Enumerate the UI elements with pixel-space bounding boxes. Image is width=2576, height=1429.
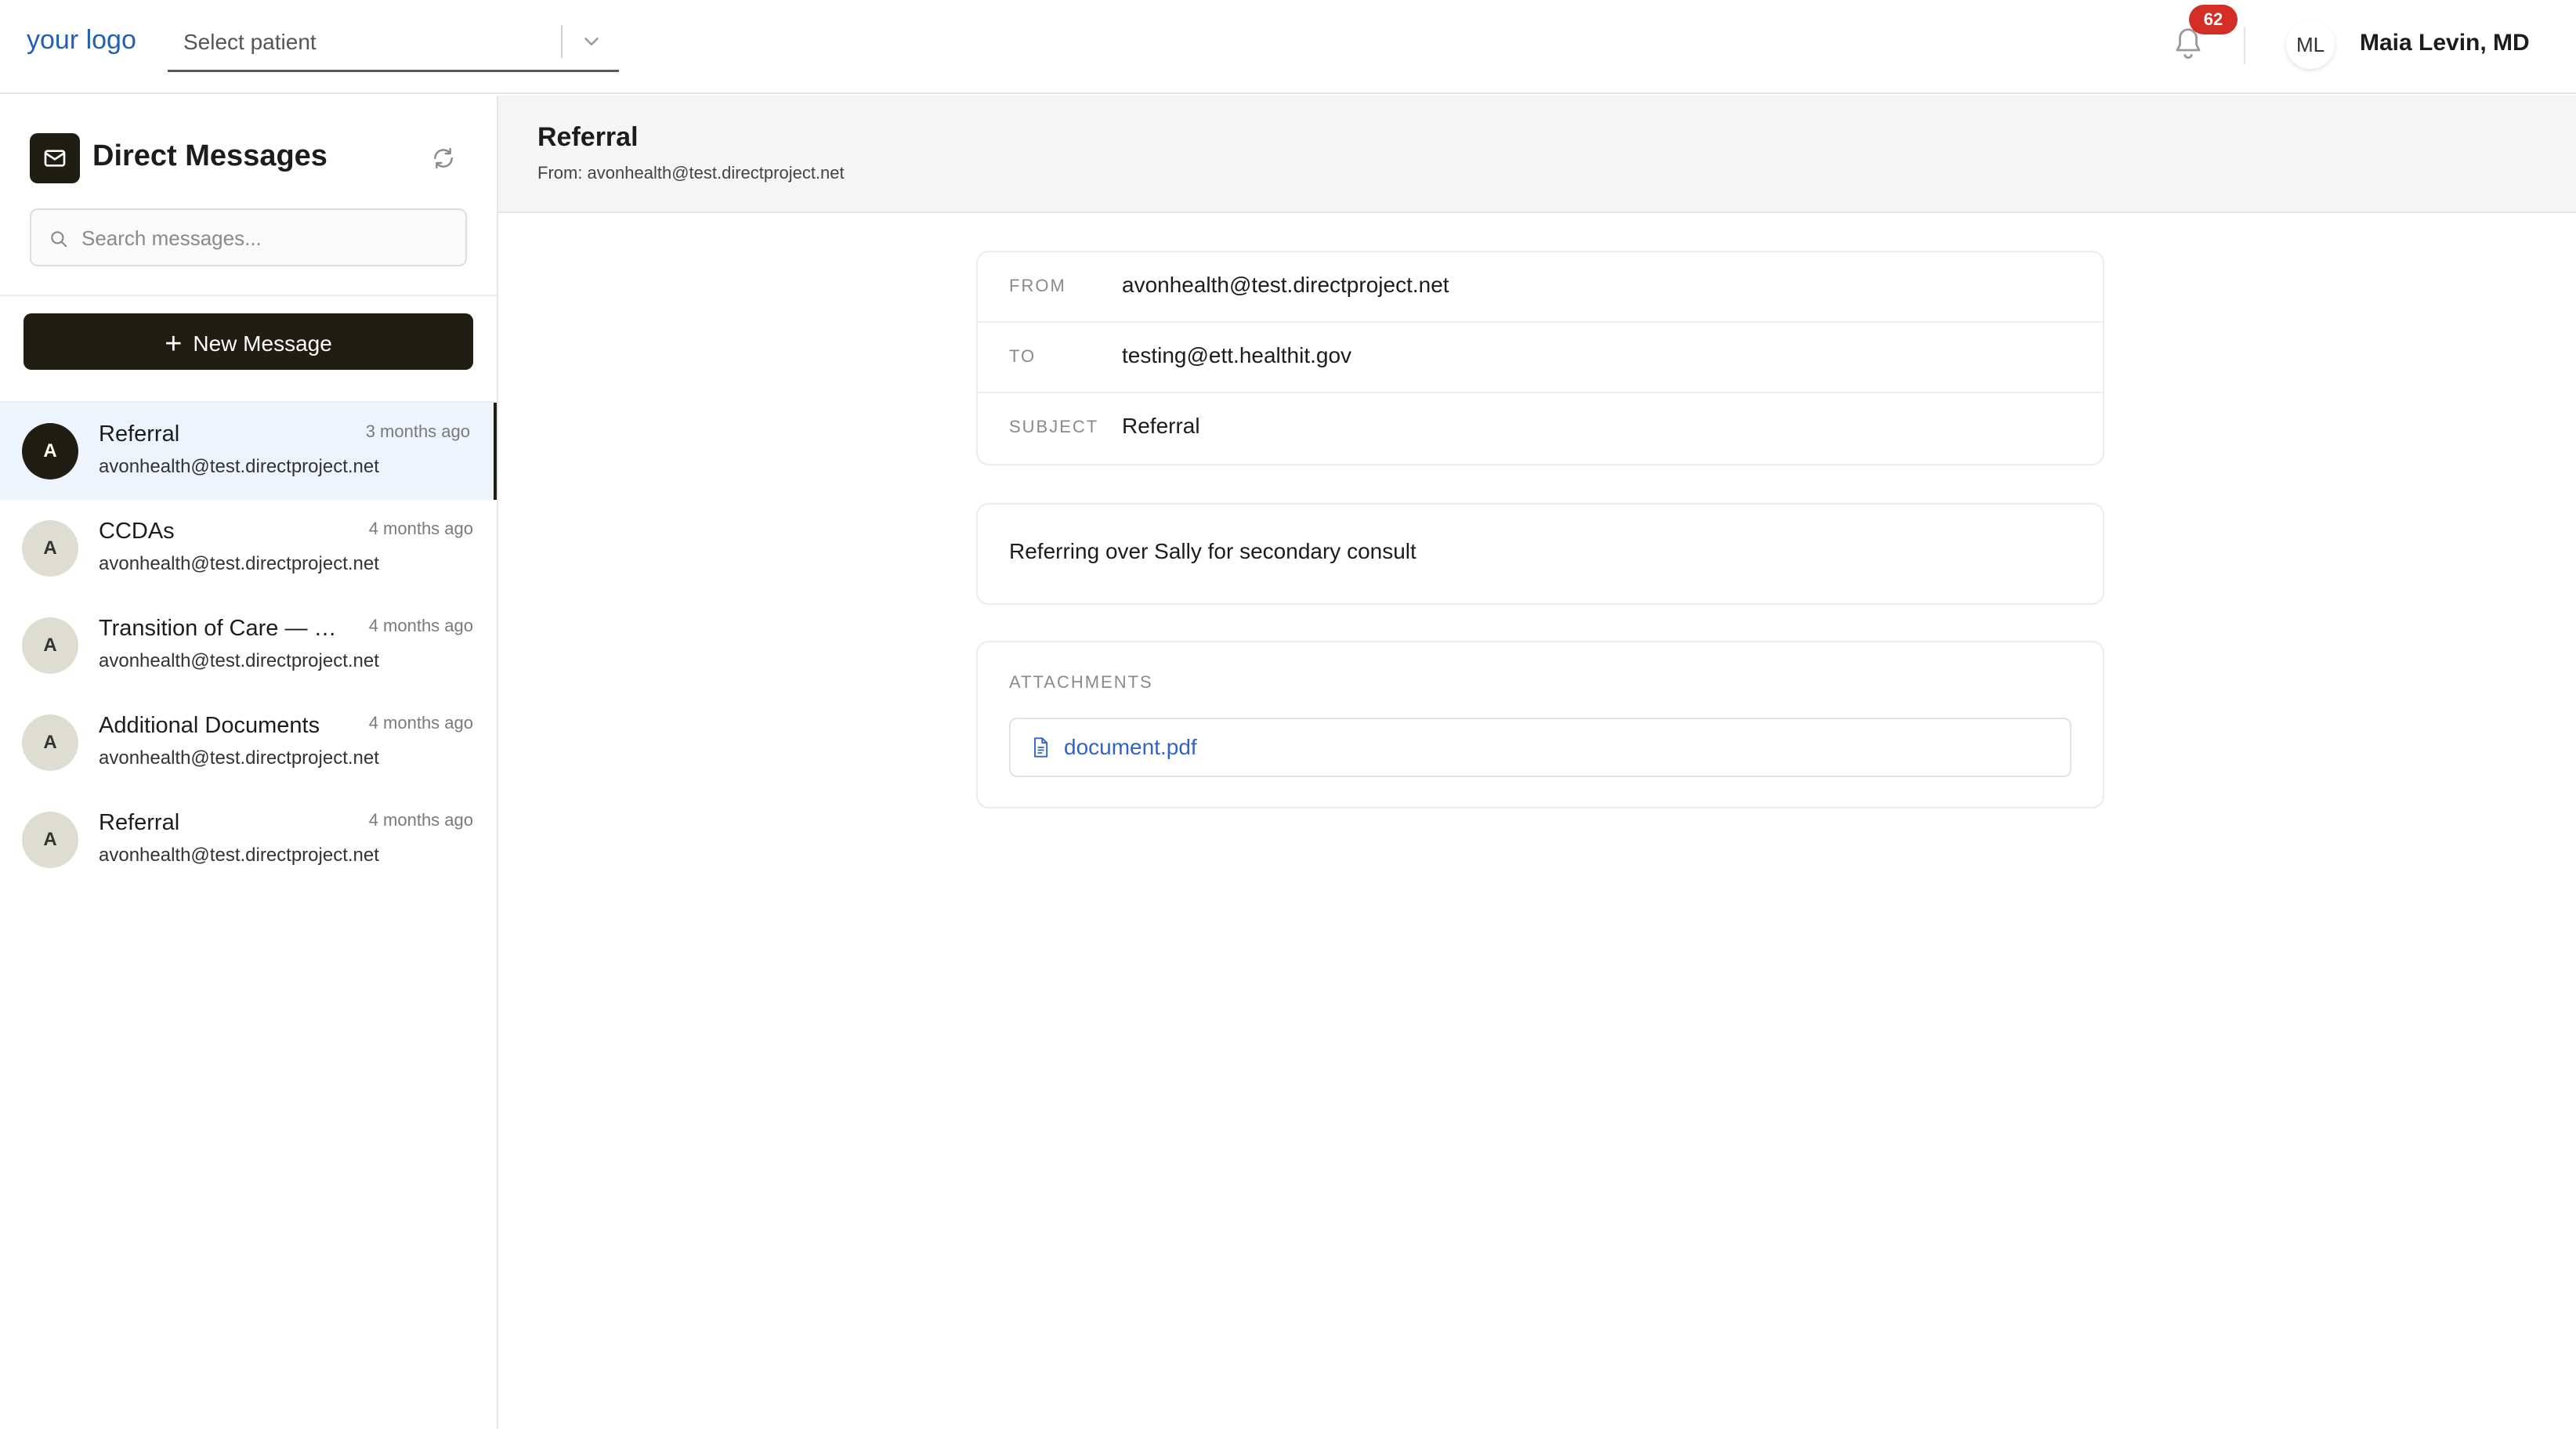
patient-select[interactable]: Select patient: [168, 19, 619, 72]
attachments-card: ATTACHMENTS document.pdf: [976, 641, 2104, 809]
sender-avatar: A: [22, 520, 78, 577]
sidebar-title: Direct Messages: [92, 139, 327, 172]
search-icon: [51, 231, 67, 248]
from-value: avonhealth@test.directproject.net: [1122, 273, 1449, 297]
mail-icon: [30, 133, 80, 183]
message-subject: Transition of Care — Sa...: [99, 616, 349, 641]
header-divider: [2244, 27, 2245, 64]
message-meta-card: FROM avonhealth@test.directproject.net T…: [976, 251, 2104, 465]
message-time: 4 months ago: [368, 519, 473, 538]
attachments-label: ATTACHMENTS: [1009, 672, 1153, 692]
message-sender: avonhealth@test.directproject.net: [99, 553, 379, 574]
sender-avatar: A: [22, 617, 78, 674]
to-label: TO: [1009, 346, 1037, 366]
message-list-item[interactable]: A Additional Documents avonhealth@test.d…: [0, 694, 497, 791]
message-list: A Referral avonhealth@test.directproject…: [0, 403, 497, 888]
patient-select-placeholder: Select patient: [183, 30, 317, 54]
message-list-item[interactable]: A Referral avonhealth@test.directproject…: [0, 403, 497, 500]
from-label: FROM: [1009, 276, 1066, 295]
message-subject: Referral: [99, 421, 180, 447]
notification-badge: 62: [2189, 5, 2238, 34]
message-sender: avonhealth@test.directproject.net: [99, 650, 379, 671]
message-from-line: From: avonhealth@test.directproject.net: [537, 163, 845, 183]
to-value: testing@ett.healthit.gov: [1122, 343, 1352, 367]
top-bar: your logo Select patient 62 ML Maia Levi…: [0, 0, 2576, 94]
subject-label: SUBJECT: [1009, 417, 1099, 436]
from-row: FROM avonhealth@test.directproject.net: [978, 252, 2103, 323]
search-input[interactable]: [80, 221, 451, 255]
plus-icon: +: [165, 327, 183, 360]
new-message-label: New Message: [193, 331, 332, 356]
message-body-card: Referring over Sally for secondary consu…: [976, 503, 2104, 605]
divider: [0, 295, 497, 296]
message-sender: avonhealth@test.directproject.net: [99, 747, 379, 769]
message-list-item[interactable]: A Transition of Care — Sa... avonhealth@…: [0, 597, 497, 694]
sender-avatar: A: [22, 714, 78, 771]
user-avatar[interactable]: ML: [2286, 20, 2335, 69]
message-subject: Additional Documents: [99, 713, 320, 738]
sender-avatar: A: [22, 423, 78, 479]
subject-row: SUBJECT Referral: [978, 393, 2103, 464]
refresh-icon[interactable]: [431, 146, 456, 171]
message-detail: Referral From: avonhealth@test.directpro…: [498, 96, 2576, 1429]
sender-avatar: A: [22, 812, 78, 868]
attachment-link[interactable]: document.pdf: [1064, 735, 1197, 760]
message-time: 4 months ago: [368, 616, 473, 635]
chevron-down-icon[interactable]: [580, 30, 603, 53]
message-sender: avonhealth@test.directproject.net: [99, 456, 379, 477]
attachment-item[interactable]: document.pdf: [1009, 718, 2071, 777]
document-icon: [1034, 737, 1048, 758]
message-time: 4 months ago: [368, 713, 473, 733]
new-message-button[interactable]: + New Message: [24, 313, 473, 370]
message-subject: Referral: [99, 810, 180, 835]
sidebar: Direct Messages + New Message A Referral …: [0, 96, 498, 1429]
to-row: TO testing@ett.healthit.gov: [978, 323, 2103, 393]
message-body: Referring over Sally for secondary consu…: [1009, 539, 1416, 563]
message-time: 4 months ago: [368, 810, 473, 830]
message-list-item[interactable]: A CCDAs avonhealth@test.directproject.ne…: [0, 500, 497, 597]
logo[interactable]: your logo: [27, 25, 136, 56]
message-time: 3 months ago: [365, 421, 470, 441]
select-divider: [561, 25, 563, 58]
message-sender: avonhealth@test.directproject.net: [99, 845, 379, 866]
message-header: Referral From: avonhealth@test.directpro…: [498, 96, 2576, 213]
message-subject: CCDAs: [99, 519, 175, 544]
search-box[interactable]: [30, 208, 467, 266]
user-name[interactable]: Maia Levin, MD: [2360, 30, 2530, 56]
subject-value: Referral: [1122, 414, 1200, 438]
message-list-item[interactable]: A Referral avonhealth@test.directproject…: [0, 791, 497, 888]
message-title: Referral: [537, 122, 639, 152]
